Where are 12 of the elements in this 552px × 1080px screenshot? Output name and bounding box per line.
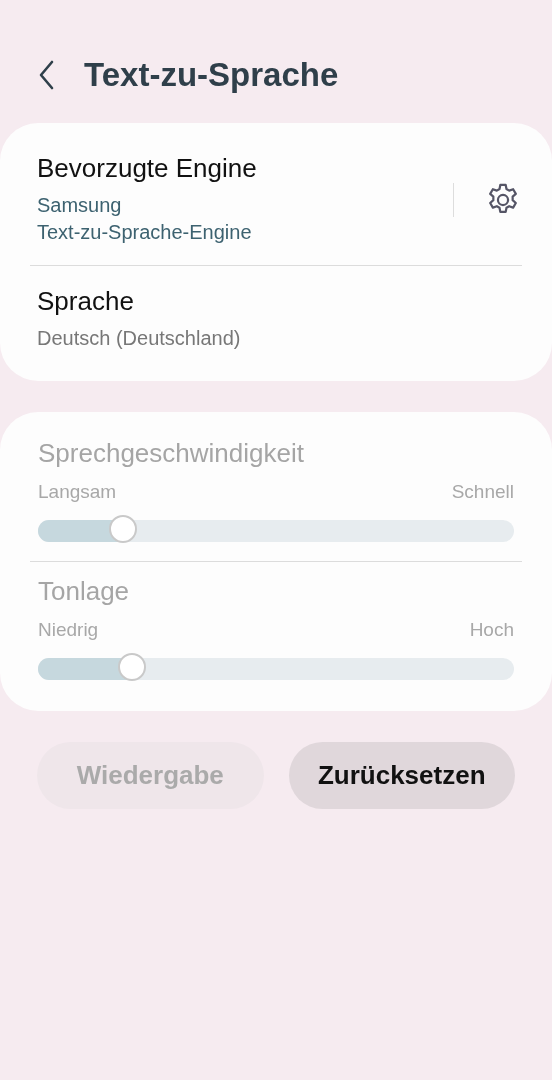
back-icon bbox=[38, 60, 54, 90]
preference-item[interactable]: Sprache Deutsch (Deutschland) bbox=[0, 266, 552, 371]
back-button[interactable] bbox=[38, 60, 54, 90]
slider-label: Tonlage bbox=[38, 576, 131, 607]
min-label: Niedrig bbox=[38, 619, 99, 641]
max-label: Schnell bbox=[451, 481, 514, 503]
max-label: Hoch bbox=[469, 619, 514, 641]
reset-button[interactable]: Zurücksetzen bbox=[288, 742, 515, 809]
min-label: Langsam bbox=[38, 481, 117, 503]
preference-item[interactable]: Bevorzugte Engine Samsung Text-zu-Sprache-Engine bbox=[0, 133, 552, 265]
slider-label: Sprechgeschwindigkeit bbox=[38, 438, 305, 469]
page-title: Text-zu-Sprache bbox=[84, 56, 339, 94]
